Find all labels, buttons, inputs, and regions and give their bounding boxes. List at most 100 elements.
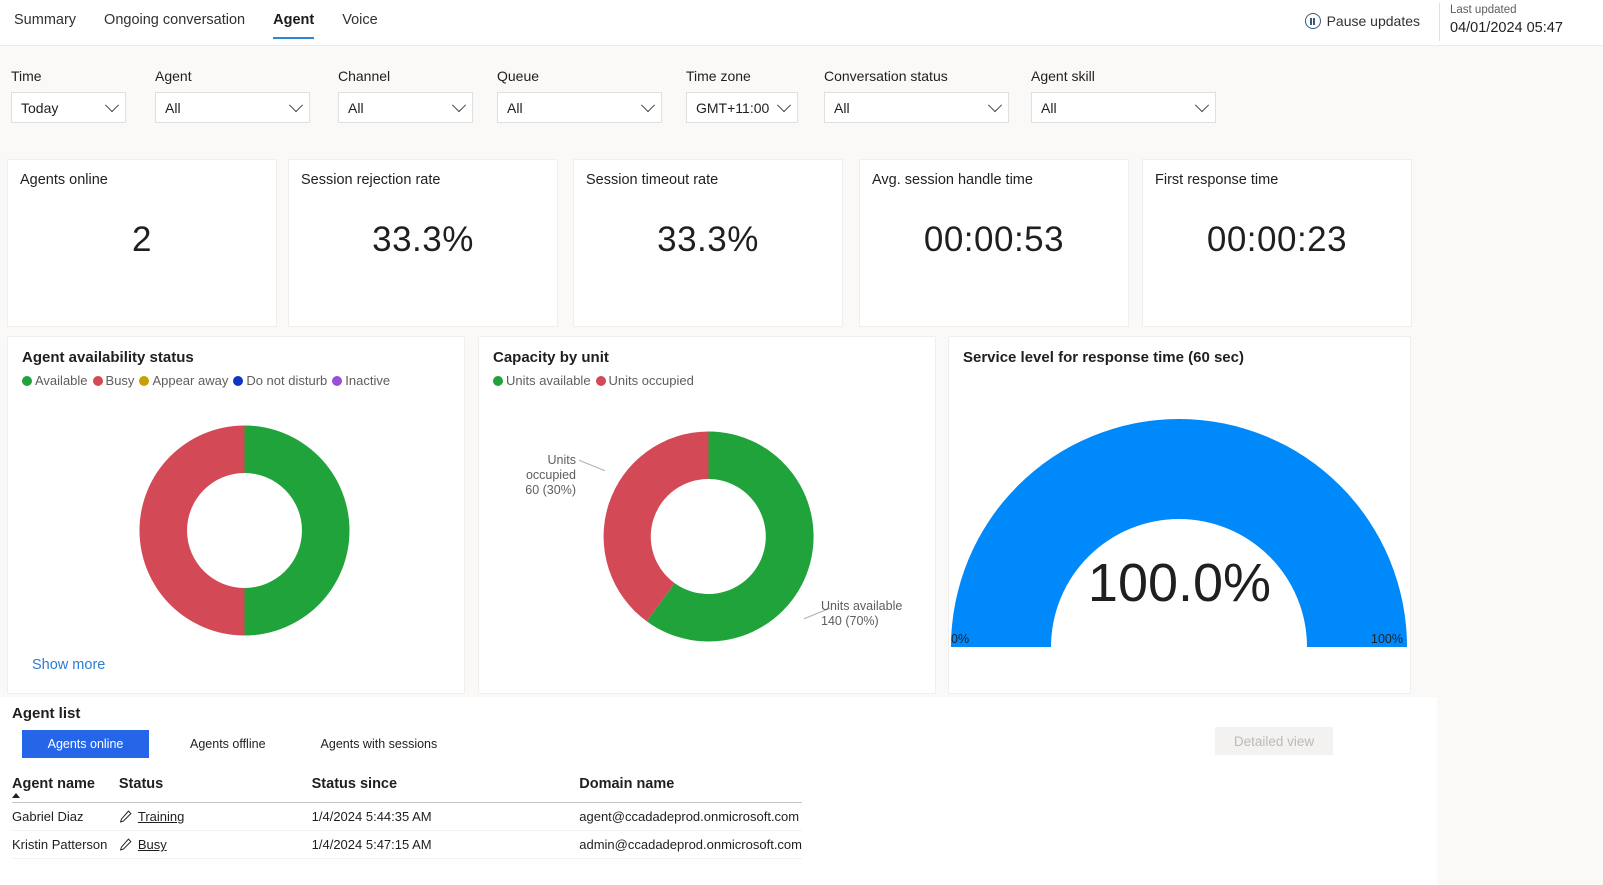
tab-ongoing-conversation[interactable]: Ongoing conversation <box>90 0 259 46</box>
agent-list-title: Agent list <box>12 705 81 722</box>
filter-time-zone: Time zone GMT+11:00 <box>686 68 798 123</box>
legend-label: Busy <box>105 373 135 388</box>
capacity-by-unit-donut-chart[interactable] <box>601 429 816 644</box>
pause-updates-button[interactable]: Pause updates <box>1304 13 1420 29</box>
chevron-down-icon <box>1194 97 1210 112</box>
legend-label: Do not disturb <box>246 373 328 388</box>
detailed-view-button[interactable]: Detailed view <box>1215 727 1333 755</box>
agent-availability-card: Agent availability status Available Busy… <box>7 336 465 865</box>
filter-agent-skill-label: Agent skill <box>1031 68 1095 84</box>
legend-color-dot-icon <box>332 375 343 386</box>
service-level-title: Service level for response time (60 sec) <box>963 349 1244 366</box>
service-level-gauge-chart[interactable] <box>949 377 1412 657</box>
legend-item-units-available[interactable]: Units available <box>493 373 591 388</box>
legend-item-inactive[interactable]: Inactive <box>332 373 390 388</box>
filter-time-zone-dropdown[interactable]: GMT+11:00 <box>686 92 798 123</box>
table-row[interactable]: Gabriel Diaz Training 1/4/2024 5:44:35 A… <box>12 802 802 831</box>
legend-color-dot-icon <box>22 375 32 386</box>
kpi-value: 33.3% <box>372 220 474 259</box>
filter-conversation-status: Conversation status All <box>824 68 1009 123</box>
kpi-card-session-timeout-rate: Session timeout rate 33.3% <box>573 159 843 327</box>
filter-queue-dropdown[interactable]: All <box>497 92 662 123</box>
legend-item-do-not-disturb[interactable]: Do not disturb <box>233 373 327 388</box>
column-header-status[interactable]: Status <box>118 776 312 803</box>
show-more-link[interactable]: Show more <box>32 657 105 673</box>
legend-color-dot-icon <box>139 375 150 386</box>
filter-time-label: Time <box>11 68 42 84</box>
legend-label: Units available <box>506 373 591 388</box>
capacity-by-unit-title: Capacity by unit <box>493 349 609 366</box>
filter-queue-label: Queue <box>497 68 540 84</box>
filter-agent-skill-value: All <box>1041 99 1057 116</box>
status-value-link[interactable]: Training <box>138 809 184 824</box>
last-updated-value: 04/01/2024 05:47 <box>1450 20 1563 36</box>
tab-summary[interactable]: Summary <box>0 0 90 46</box>
service-level-value: 100.0% <box>1087 553 1272 613</box>
sort-ascending-icon <box>12 793 20 798</box>
filter-time-dropdown[interactable]: Today <box>11 92 126 123</box>
pause-updates-label: Pause updates <box>1326 13 1420 29</box>
kpi-title: First response time <box>1155 172 1279 188</box>
legend-label: Appear away <box>152 373 229 388</box>
kpi-title: Avg. session handle time <box>872 172 1033 188</box>
agent-availability-legend: Available Busy Appear away Do not distur… <box>8 366 464 388</box>
cell-status-since: 1/4/2024 5:47:15 AM <box>311 830 580 859</box>
cell-status-since: 1/4/2024 5:44:35 AM <box>311 802 580 831</box>
donut-label-units-occupied-line2: 60 (30%) <box>525 483 576 497</box>
chevron-down-icon <box>987 97 1003 112</box>
filter-time-zone-value: GMT+11:00 <box>696 99 770 116</box>
legend-item-appear-away[interactable]: Appear away <box>139 373 228 388</box>
cell-domain-name: agent@ccadadeprod.onmicrosoft.com <box>579 802 802 831</box>
cell-status: Busy <box>118 830 312 859</box>
legend-item-busy[interactable]: Busy <box>92 373 135 388</box>
table-row[interactable]: Kristin Patterson Busy 1/4/2024 5:47:15 … <box>12 830 802 859</box>
pivot-agents-with-sessions[interactable]: Agents with sessions <box>303 730 456 758</box>
status-value-link[interactable]: Busy <box>138 837 167 852</box>
legend-label: Available <box>35 373 88 388</box>
filter-channel-dropdown[interactable]: All <box>338 92 473 123</box>
agent-table: Agent name Status Status since Domain na… <box>12 776 802 859</box>
tab-ongoing-conversation-label: Ongoing conversation <box>104 12 246 28</box>
service-level-card: Service level for response time (60 sec)… <box>948 336 1411 694</box>
table-header-row: Agent name Status Status since Domain na… <box>12 776 802 803</box>
capacity-by-unit-card: Capacity by unit Units available Units o… <box>478 336 936 694</box>
legend-item-units-occupied[interactable]: Units occupied <box>595 373 694 388</box>
column-header-status-since[interactable]: Status since <box>311 776 580 803</box>
chevron-down-icon <box>288 97 304 112</box>
filter-time-value: Today <box>21 99 59 116</box>
agent-availability-donut-chart[interactable] <box>137 423 352 638</box>
tab-summary-label: Summary <box>14 12 77 28</box>
filter-conversation-status-value: All <box>834 99 850 116</box>
gauge-max-label: 100% <box>1371 632 1403 646</box>
pencil-edit-icon[interactable] <box>119 838 132 851</box>
pivot-agents-online[interactable]: Agents online <box>22 730 149 758</box>
legend-item-available[interactable]: Available <box>22 373 88 388</box>
pivot-label: Agents online <box>47 737 124 751</box>
tab-agent[interactable]: Agent <box>259 0 328 46</box>
cell-domain-name: admin@ccadadeprod.onmicrosoft.com <box>579 830 802 859</box>
filter-conversation-status-dropdown[interactable]: All <box>824 92 1009 123</box>
kpi-title: Agents online <box>20 172 108 188</box>
filter-conversation-status-label: Conversation status <box>824 68 948 84</box>
kpi-card-avg-session-handle-time: Avg. session handle time 00:00:53 <box>859 159 1129 327</box>
agent-list-panel: Agent list Agents online Agents offline … <box>0 697 1437 885</box>
filter-agent-value: All <box>165 99 181 116</box>
pencil-edit-icon[interactable] <box>119 810 132 823</box>
chevron-down-icon <box>104 97 120 112</box>
kpi-card-session-rejection-rate: Session rejection rate 33.3% <box>288 159 558 327</box>
tab-voice[interactable]: Voice <box>328 0 391 46</box>
column-header-domain-name[interactable]: Domain name <box>579 776 802 803</box>
top-navigation-bar: Summary Ongoing conversation Agent Voice… <box>0 0 1603 46</box>
chevron-down-icon <box>776 97 792 112</box>
filter-agent-dropdown[interactable]: All <box>155 92 310 123</box>
filter-agent-skill-dropdown[interactable]: All <box>1031 92 1216 123</box>
filter-time: Time Today <box>11 68 126 123</box>
column-header-agent-name[interactable]: Agent name <box>12 776 119 803</box>
legend-color-dot-icon <box>233 375 244 386</box>
kpi-value: 2 <box>132 220 152 259</box>
legend-label: Units occupied <box>608 373 694 388</box>
chevron-down-icon <box>451 97 467 112</box>
filter-agent: Agent All <box>155 68 310 123</box>
pivot-agents-offline[interactable]: Agents offline <box>172 730 284 758</box>
last-updated-block: Last updated 04/01/2024 05:47 <box>1440 2 1603 38</box>
